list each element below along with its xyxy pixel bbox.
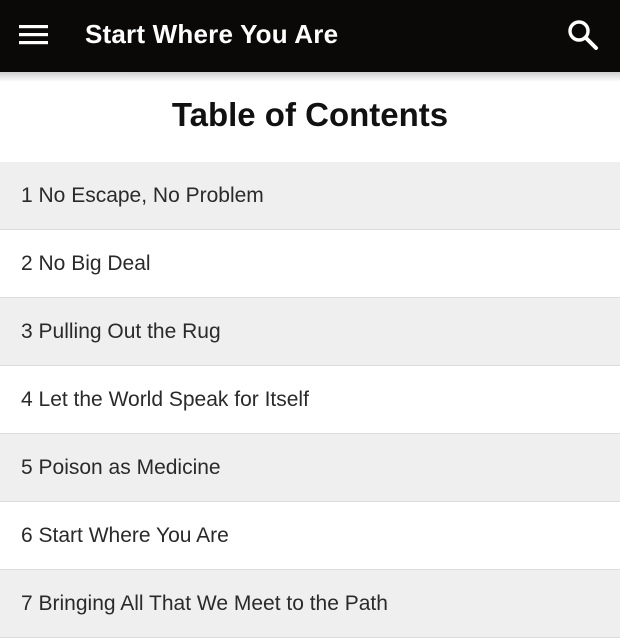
search-button[interactable]: [566, 18, 600, 52]
chapter-item-5[interactable]: 5 Poison as Medicine: [0, 434, 620, 502]
hamburger-menu-icon: [19, 25, 48, 45]
page-title: Table of Contents: [171, 96, 449, 133]
chapter-item-1[interactable]: 1 No Escape, No Problem: [0, 162, 620, 230]
chapter-item-7[interactable]: 7 Bringing All That We Meet to the Path: [0, 570, 620, 638]
chapter-item-4[interactable]: 4 Let the World Speak for Itself: [0, 366, 620, 434]
app-bar-shadow: [0, 72, 620, 82]
chapter-item-3[interactable]: 3 Pulling Out the Rug: [0, 298, 620, 366]
menu-button[interactable]: [18, 22, 50, 48]
chapter-list: 1 No Escape, No Problem 2 No Big Deal 3 …: [0, 162, 620, 638]
chapter-item-2[interactable]: 2 No Big Deal: [0, 230, 620, 298]
app-title: Start Where You Are: [85, 19, 339, 49]
app-bar: Start Where You Are: [0, 0, 620, 72]
chapter-item-6[interactable]: 6 Start Where You Are: [0, 502, 620, 570]
search-icon: [568, 20, 598, 50]
